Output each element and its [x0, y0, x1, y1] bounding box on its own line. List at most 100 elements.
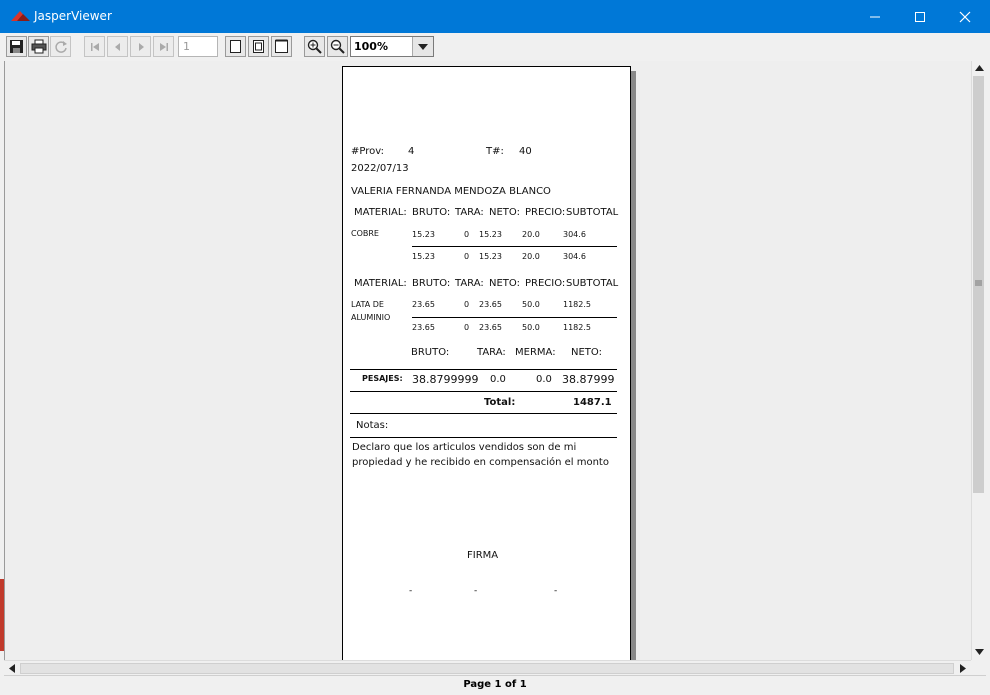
divider: [412, 317, 617, 318]
report-date: 2022/07/13: [351, 163, 409, 174]
item-subtotal: 304.6: [563, 252, 586, 261]
item-material-line2: ALUMINIO: [351, 313, 391, 322]
report-viewport[interactable]: #Prov: 4 T#: 40 2022/07/13 VALERIA FERNA…: [4, 61, 972, 660]
first-page-icon: [90, 42, 99, 51]
first-page-button[interactable]: [84, 36, 105, 57]
summary-merma-label: MERMA:: [515, 347, 556, 358]
scroll-right-icon[interactable]: [960, 664, 966, 673]
zoom-out-button[interactable]: [327, 36, 348, 57]
fit-page-button[interactable]: [248, 36, 269, 57]
pesajes-label: PESAJES:: [362, 374, 403, 383]
next-page-icon: [138, 42, 144, 51]
window-title: JasperViewer: [34, 9, 112, 23]
toolbar: 100%: [4, 33, 986, 62]
status-bar: Page 1 of 1: [4, 675, 986, 695]
pesajes-tara: 0.0: [490, 374, 506, 385]
minimize-icon: [870, 16, 880, 17]
minimize-button[interactable]: [852, 0, 898, 33]
ticket-value: 40: [519, 146, 532, 157]
item-neto: 15.23: [479, 252, 502, 261]
item-tara: 0: [464, 300, 470, 309]
prov-value: 4: [408, 146, 415, 157]
save-button[interactable]: [6, 36, 27, 57]
next-page-button[interactable]: [130, 36, 151, 57]
close-button[interactable]: [942, 0, 988, 33]
vertical-scrollbar[interactable]: [971, 61, 987, 660]
header-material: MATERIAL:: [354, 278, 407, 289]
pesajes-merma: 0.0: [536, 374, 552, 385]
signature-dash: -: [409, 586, 413, 596]
scroll-up-icon[interactable]: [975, 65, 984, 71]
divider: [412, 246, 617, 247]
header-tara: TARA:: [455, 207, 484, 218]
item-neto: 23.65: [479, 323, 502, 332]
page-status: Page 1 of 1: [463, 679, 527, 690]
prov-label: #Prov:: [351, 146, 384, 157]
title-bar: JasperViewer: [0, 0, 990, 33]
zoom-dropdown-button[interactable]: [412, 37, 433, 56]
header-bruto: BRUTO:: [412, 278, 451, 289]
maximize-icon: [915, 11, 925, 22]
item-precio: 50.0: [522, 300, 540, 309]
pesajes-neto: 38.87999: [562, 373, 615, 386]
declaration-line-2: propiedad y he recibido en compensación …: [352, 457, 609, 468]
total-value: 1487.1: [573, 397, 612, 408]
item-precio: 20.0: [522, 230, 540, 239]
signature-dash: -: [554, 586, 558, 596]
header-subtotal: SUBTOTAL: [566, 207, 619, 218]
actual-size-button[interactable]: [225, 36, 246, 57]
close-icon: [959, 11, 971, 22]
actual-size-icon: [230, 40, 241, 53]
zoom-select[interactable]: 100%: [350, 36, 434, 57]
divider: [350, 437, 617, 438]
header-precio: PRECIO:: [525, 278, 566, 289]
customer-name: VALERIA FERNANDA MENDOZA BLANCO: [351, 186, 551, 197]
zoom-in-button[interactable]: [304, 36, 325, 57]
jasper-logo-icon: [11, 11, 30, 21]
item-neto: 23.65: [479, 300, 502, 309]
last-page-button[interactable]: [153, 36, 174, 57]
scroll-left-icon[interactable]: [9, 664, 15, 673]
vertical-scroll-thumb[interactable]: [973, 76, 984, 493]
summary-tara-label: TARA:: [477, 347, 506, 358]
divider: [350, 369, 617, 370]
divider: [350, 413, 617, 414]
item-bruto: 23.65: [412, 300, 435, 309]
header-material: MATERIAL:: [354, 207, 407, 218]
fit-page-icon: [253, 40, 264, 53]
header-precio: PRECIO:: [525, 207, 566, 218]
item-subtotal: 1182.5: [563, 300, 591, 309]
horizontal-scrollbar[interactable]: [4, 660, 971, 676]
previous-page-button[interactable]: [107, 36, 128, 57]
maximize-button[interactable]: [897, 0, 943, 33]
item-tara: 0: [464, 230, 470, 239]
zoom-in-icon: [307, 39, 322, 54]
scroll-down-icon[interactable]: [975, 649, 984, 655]
signature-dash: -: [474, 586, 478, 596]
header-neto: NETO:: [489, 278, 520, 289]
item-subtotal: 304.6: [563, 230, 586, 239]
header-bruto: BRUTO:: [412, 207, 451, 218]
item-tara: 0: [464, 252, 470, 261]
item-material: COBRE: [351, 229, 379, 238]
notas-label: Notas:: [356, 420, 389, 431]
declaration-line-1: Declaro que los articulos vendidos son d…: [352, 442, 577, 453]
summary-neto-label: NETO:: [571, 347, 602, 358]
item-neto: 15.23: [479, 230, 502, 239]
print-icon: [31, 39, 46, 54]
header-neto: NETO:: [489, 207, 520, 218]
print-button[interactable]: [28, 36, 49, 57]
item-tara: 0: [464, 323, 470, 332]
horizontal-scroll-thumb[interactable]: [20, 663, 954, 674]
last-page-icon: [159, 42, 168, 51]
reload-button[interactable]: [50, 36, 71, 57]
page-number-input[interactable]: [178, 36, 218, 57]
item-bruto: 15.23: [412, 230, 435, 239]
fit-width-button[interactable]: [271, 36, 292, 57]
header-subtotal: SUBTOTAL: [566, 278, 619, 289]
report-page: #Prov: 4 T#: 40 2022/07/13 VALERIA FERNA…: [342, 66, 631, 660]
ticket-label: T#:: [486, 146, 504, 157]
total-label: Total:: [484, 397, 516, 408]
summary-bruto-label: BRUTO:: [411, 347, 450, 358]
firma-label: FIRMA: [467, 550, 499, 561]
